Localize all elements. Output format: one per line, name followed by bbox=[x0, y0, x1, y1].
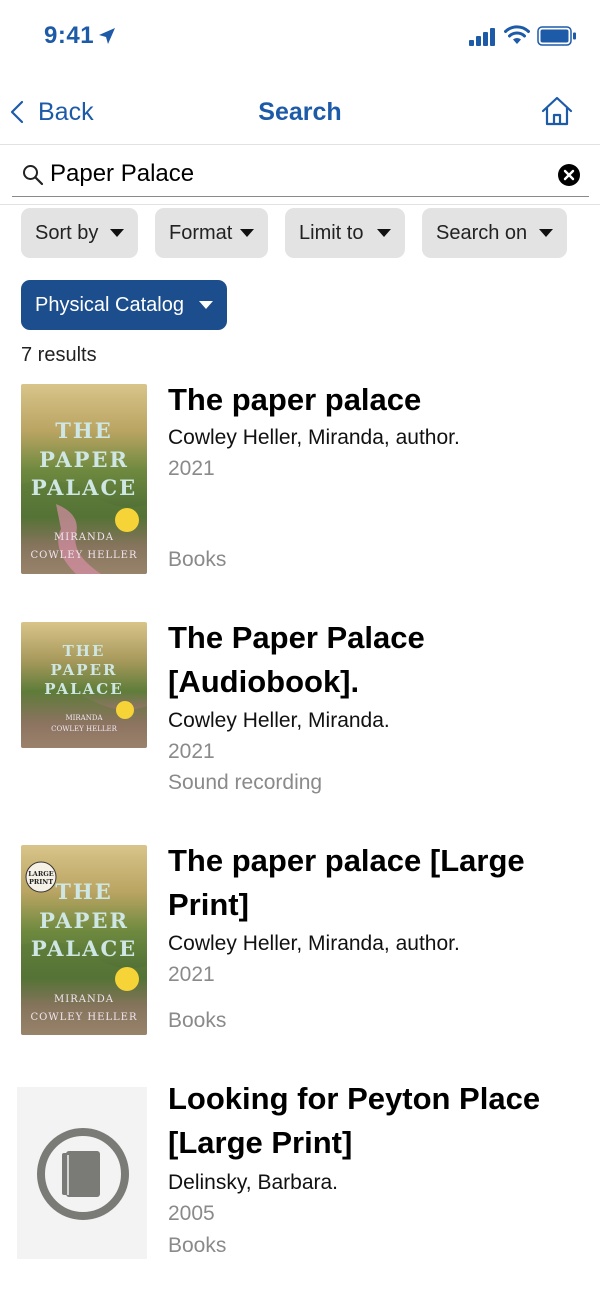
home-button[interactable] bbox=[541, 96, 573, 131]
results-count: 7 results bbox=[21, 344, 97, 366]
result-item[interactable]: LARGE PRINT THE PAPER PALACE MIRANDA COW… bbox=[0, 843, 600, 1045]
clear-search-button[interactable] bbox=[558, 164, 580, 191]
book-cover: LARGE PRINT THE PAPER PALACE MIRANDA COW… bbox=[21, 845, 147, 1035]
caret-down-icon bbox=[110, 229, 124, 237]
search-input[interactable] bbox=[50, 156, 550, 192]
book-placeholder-icon bbox=[37, 1128, 129, 1220]
svg-text:THE: THE bbox=[63, 642, 106, 660]
caret-down-icon bbox=[377, 229, 391, 237]
result-title: The paper palace bbox=[168, 382, 422, 417]
result-author: Delinsky, Barbara. bbox=[168, 1171, 339, 1194]
cellular-signal-icon bbox=[469, 28, 495, 46]
result-format: Books bbox=[168, 1009, 227, 1032]
battery-icon bbox=[537, 26, 576, 46]
result-title: The Paper Palace [Audiobook]. bbox=[168, 620, 425, 699]
svg-text:PALACE: PALACE bbox=[44, 680, 123, 698]
caret-down-icon bbox=[539, 229, 553, 237]
result-format: Books bbox=[168, 548, 227, 571]
result-year: 2021 bbox=[168, 740, 215, 763]
search-bar bbox=[12, 152, 589, 197]
clear-icon bbox=[558, 164, 580, 186]
limit-to-label: Limit to bbox=[299, 221, 364, 244]
search-icon bbox=[23, 165, 44, 186]
limit-to-dropdown[interactable]: Limit to bbox=[285, 208, 405, 258]
catalog-label: Physical Catalog bbox=[35, 293, 184, 316]
result-item[interactable]: THE PAPER PALACE MIRANDA COWLEY HELLER T… bbox=[0, 620, 600, 812]
svg-text:THE: THE bbox=[55, 879, 112, 904]
search-on-dropdown[interactable]: Search on bbox=[422, 208, 567, 258]
status-bar: 9:41 bbox=[0, 0, 600, 76]
svg-text:MIRANDA: MIRANDA bbox=[65, 714, 103, 722]
result-title: The paper palace [Large Print] bbox=[168, 843, 525, 922]
audiobook-cover-art: THE PAPER PALACE MIRANDA COWLEY HELLER bbox=[21, 622, 147, 748]
svg-text:PAPER: PAPER bbox=[39, 908, 129, 933]
result-format: Sound recording bbox=[168, 771, 323, 794]
location-arrow-icon bbox=[99, 28, 115, 44]
result-title: Looking for Peyton Place [Large Print] bbox=[168, 1081, 541, 1160]
result-author: Cowley Heller, Miranda, author. bbox=[168, 426, 460, 449]
audiobook-cover: THE PAPER PALACE MIRANDA COWLEY HELLER bbox=[21, 622, 147, 748]
sort-by-dropdown[interactable]: Sort by bbox=[21, 208, 138, 258]
svg-text:PALACE: PALACE bbox=[31, 936, 137, 961]
svg-text:PALACE: PALACE bbox=[31, 475, 137, 500]
caret-down-icon bbox=[199, 301, 213, 309]
caret-down-icon bbox=[240, 229, 254, 237]
catalog-dropdown[interactable]: Physical Catalog bbox=[21, 280, 227, 330]
svg-text:COWLEY HELLER: COWLEY HELLER bbox=[31, 1012, 138, 1023]
result-year: 2021 bbox=[168, 457, 215, 480]
format-label: Format bbox=[169, 221, 233, 244]
book-cover: THE PAPER PALACE MIRANDA COWLEY HELLER bbox=[21, 384, 147, 574]
back-label: Back bbox=[38, 97, 94, 126]
svg-text:THE: THE bbox=[55, 418, 112, 443]
svg-text:PAPER: PAPER bbox=[39, 447, 129, 472]
result-author: Cowley Heller, Miranda. bbox=[168, 709, 390, 732]
svg-text:LARGE: LARGE bbox=[28, 870, 54, 878]
navigation-bar: Back Search bbox=[0, 76, 600, 145]
svg-text:COWLEY HELLER: COWLEY HELLER bbox=[51, 725, 118, 733]
large-print-cover-art: LARGE PRINT THE PAPER PALACE MIRANDA COW… bbox=[21, 845, 147, 1035]
cover-placeholder bbox=[17, 1087, 147, 1259]
divider bbox=[0, 204, 600, 205]
svg-text:MIRANDA: MIRANDA bbox=[54, 532, 114, 543]
result-item[interactable]: Looking for Peyton Place [Large Print] D… bbox=[0, 1081, 600, 1283]
svg-text:COWLEY HELLER: COWLEY HELLER bbox=[31, 550, 138, 561]
result-year: 2005 bbox=[168, 1202, 215, 1225]
search-on-label: Search on bbox=[436, 221, 528, 244]
svg-text:PRINT: PRINT bbox=[29, 878, 53, 886]
svg-text:PAPER: PAPER bbox=[50, 661, 117, 679]
result-year: 2021 bbox=[168, 963, 215, 986]
result-format: Books bbox=[168, 1234, 227, 1257]
home-icon bbox=[541, 96, 573, 126]
result-item[interactable]: THE PAPER PALACE MIRANDA COWLEY HELLER T… bbox=[0, 382, 600, 584]
back-button[interactable]: Back bbox=[10, 96, 94, 128]
format-dropdown[interactable]: Format bbox=[155, 208, 268, 258]
chevron-left-icon bbox=[10, 100, 24, 124]
wifi-icon bbox=[504, 25, 530, 44]
sort-by-label: Sort by bbox=[35, 221, 99, 244]
result-author: Cowley Heller, Miranda, author. bbox=[168, 932, 460, 955]
svg-text:MIRANDA: MIRANDA bbox=[54, 994, 114, 1005]
status-time: 9:41 bbox=[44, 22, 95, 49]
book-cover-art: THE PAPER PALACE MIRANDA COWLEY HELLER bbox=[21, 384, 147, 574]
